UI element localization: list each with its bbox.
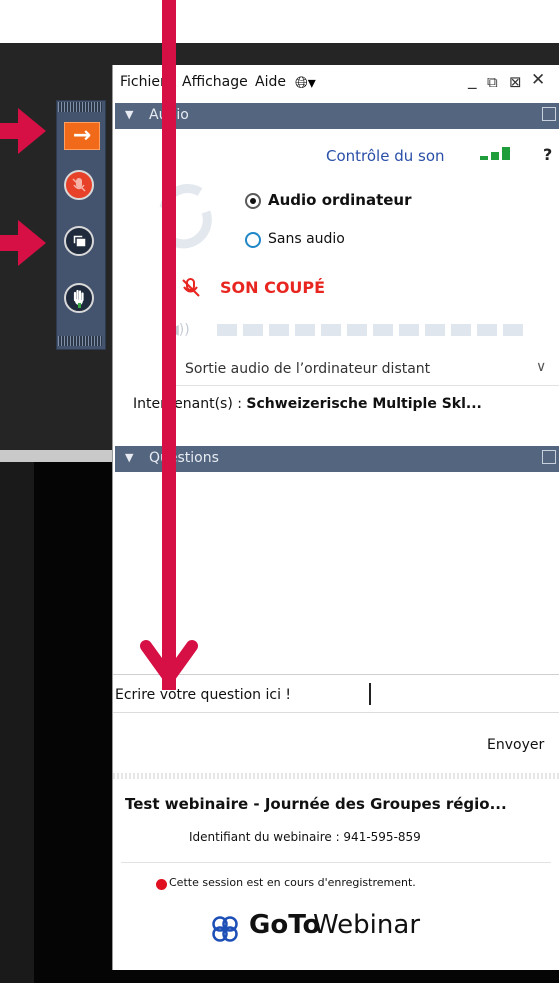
mic-muted-icon (182, 278, 200, 297)
webinar-id: Identifiant du webinaire : 941-595-859 (189, 830, 421, 844)
audio-section-header[interactable]: ▼ Audio (115, 103, 559, 129)
speakers-label: Intervenant(s) : (133, 396, 242, 412)
collapse-triangle-icon: ▼ (125, 108, 134, 121)
webinar-title: Test webinaire - Journée des Groupes rég… (125, 795, 507, 813)
brand-goto: GoTo (249, 910, 321, 940)
annotation-arrow-head (18, 220, 46, 266)
no-audio-radio[interactable] (245, 232, 261, 248)
expand-icon[interactable] (542, 107, 556, 121)
mute-microphone-button[interactable] (64, 170, 94, 200)
menu-aide[interactable]: Aide (255, 74, 286, 90)
screen-share-icon (72, 234, 87, 248)
control-panel-grip-bottom[interactable] (58, 336, 102, 346)
input-divider (113, 712, 559, 713)
audio-output-select[interactable]: Sortie audio de l’ordinateur distant ∨ (163, 356, 559, 384)
screen-share-button[interactable] (64, 226, 94, 256)
volume-meter-segment (217, 324, 237, 336)
questions-section-title: Questions (149, 450, 219, 466)
volume-meter-segment (373, 324, 393, 336)
send-button[interactable]: Envoyer (483, 733, 559, 759)
maximize-icon[interactable]: ⊠ (509, 73, 522, 91)
volume-meter-segment (269, 324, 289, 336)
volume-meter-segment (477, 324, 497, 336)
close-icon[interactable]: ✕ (531, 70, 545, 90)
questions-section-header[interactable]: ▼ Questions (115, 446, 559, 472)
volume-meter-segment (399, 324, 419, 336)
volume-meter-segment (503, 324, 523, 336)
audio-computer-label[interactable]: Audio ordinateur (268, 191, 412, 209)
menu-bar: Fichier Affichage Aide 🌐︎▾ _ ⧉ ⊠ ✕ (113, 65, 559, 102)
sound-control-link[interactable]: Contrôle du son (326, 147, 445, 165)
menu-affichage[interactable]: Affichage (182, 74, 248, 90)
left-dark-strip (0, 462, 34, 983)
audio-output-value: Sortie audio de l’ordinateur distant (185, 361, 431, 377)
minimize-icon[interactable]: _ (468, 70, 477, 90)
expand-icon[interactable] (542, 450, 556, 464)
volume-meter-segment (425, 324, 445, 336)
recording-notice: Cette session est en cours d'enregistrem… (169, 876, 416, 889)
collapse-triangle-icon: ▼ (125, 451, 134, 464)
no-audio-label[interactable]: Sans audio (268, 231, 345, 247)
audio-computer-radio[interactable] (245, 193, 261, 209)
popout-icon[interactable]: ⧉ (487, 73, 498, 91)
info-divider (121, 862, 551, 863)
arrow-right-icon: → (72, 123, 92, 148)
signal-bars-icon (480, 147, 510, 160)
audio-help-icon[interactable]: ? (543, 145, 552, 164)
menu-fichier[interactable]: Fichier (120, 74, 166, 90)
control-panel-grip-top[interactable] (58, 102, 102, 112)
raise-hand-icon (73, 289, 84, 308)
brand-webinar: Webinar (313, 910, 421, 940)
mic-off-icon (72, 178, 86, 192)
gotowebinar-logo-icon (212, 916, 238, 942)
gotowebinar-window: Fichier Affichage Aide 🌐︎▾ _ ⧉ ⊠ ✕ ▼ Aud… (112, 65, 559, 970)
volume-meter-segment (243, 324, 263, 336)
raise-hand-button[interactable] (64, 283, 94, 313)
collapse-panel-button[interactable]: → (64, 122, 100, 150)
panel-splitter[interactable] (113, 773, 559, 779)
speakers-value: Schweizerische Multiple Skl... (246, 396, 482, 412)
send-button-label: Envoyer (487, 737, 545, 753)
muted-status: SON COUPÉ (220, 278, 326, 297)
globe-icon[interactable]: 🌐︎▾ (295, 73, 316, 93)
speakers-row: Intervenant(s) : Schweizerische Multiple… (133, 396, 558, 412)
volume-meter-segment (295, 324, 315, 336)
question-input-value: Ecrire votre question ici ! (115, 687, 292, 703)
annotation-arrow-head (18, 108, 46, 154)
volume-meter-segment (451, 324, 471, 336)
annotation-arrow-shaft (162, 0, 176, 690)
annotation-arrow-head (140, 640, 198, 684)
audio-divider (163, 385, 559, 386)
volume-meter-segment (347, 324, 367, 336)
chevron-down-icon: ∨ (536, 359, 547, 375)
volume-meter-segment (321, 324, 341, 336)
gotowebinar-logo: GoTo Webinar (209, 908, 509, 948)
recording-dot-icon (156, 879, 167, 890)
text-cursor (369, 683, 371, 705)
